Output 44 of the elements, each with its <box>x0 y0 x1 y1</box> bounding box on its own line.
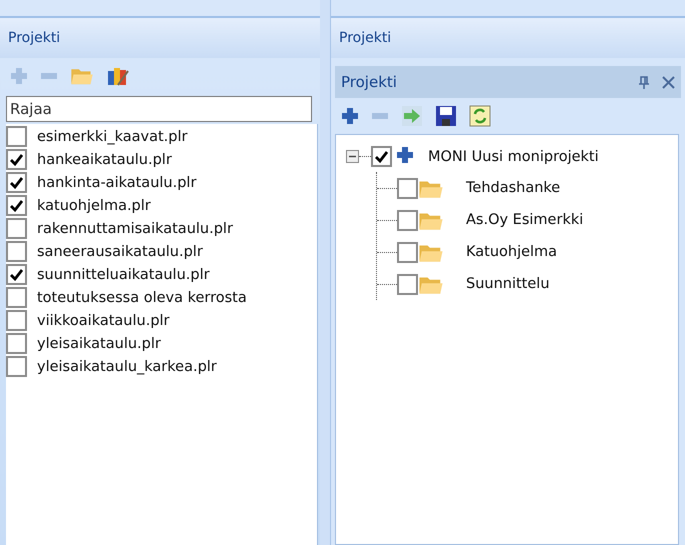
plus-icon[interactable] <box>341 107 359 125</box>
project-name[interactable]: Katuohjelma <box>466 244 558 260</box>
file-name[interactable]: suunnitteluaikataulu.plr <box>37 266 210 282</box>
books-icon[interactable] <box>106 65 130 87</box>
checkbox[interactable] <box>6 333 27 354</box>
checkbox[interactable] <box>6 195 27 216</box>
project-name[interactable]: MONI Uusi moniprojekti <box>428 148 599 164</box>
checkbox[interactable] <box>6 287 27 308</box>
save-icon[interactable] <box>435 105 457 127</box>
file-name[interactable]: esimerkki_kaavat.plr <box>37 128 188 144</box>
checkbox[interactable] <box>371 146 392 167</box>
checkbox[interactable] <box>397 210 418 230</box>
panel-title: Projekti <box>331 16 685 58</box>
refresh-icon[interactable] <box>469 105 491 127</box>
checkbox[interactable] <box>6 356 27 377</box>
file-name[interactable]: hankeaikataulu.plr <box>37 152 172 168</box>
pin-icon[interactable] <box>638 76 650 88</box>
file-name[interactable]: hankinta-aikataulu.plr <box>37 174 196 190</box>
file-name[interactable]: saneerausaikataulu.plr <box>37 244 203 260</box>
file-name[interactable]: rakennuttamisaikataulu.plr <box>37 220 233 236</box>
plus-icon[interactable] <box>396 146 414 164</box>
checkbox[interactable] <box>397 178 418 198</box>
panel-title: Projekti <box>341 73 397 91</box>
checkbox[interactable] <box>397 242 418 262</box>
checkbox[interactable] <box>6 172 27 193</box>
filter-field[interactable]: Rajaa <box>6 96 312 122</box>
file-name[interactable]: viikkoaikataulu.plr <box>37 312 170 328</box>
file-name[interactable]: yleisaikataulu_karkea.plr <box>37 358 217 374</box>
panel-title: Projekti <box>0 16 320 58</box>
checkbox[interactable] <box>397 274 418 294</box>
project-name[interactable]: Suunnittelu <box>466 276 550 292</box>
checkbox[interactable] <box>6 264 27 285</box>
project-name[interactable]: As.Oy Esimerkki <box>466 212 584 228</box>
collapse-icon[interactable] <box>346 150 359 163</box>
checkbox[interactable] <box>6 310 27 331</box>
file-name[interactable]: toteutuksessa oleva kerrosta <box>37 290 247 306</box>
checkbox[interactable] <box>6 241 27 262</box>
checkbox[interactable] <box>6 126 27 147</box>
file-name[interactable]: katuohjelma.plr <box>37 198 151 214</box>
close-icon[interactable] <box>662 76 675 88</box>
checkbox[interactable] <box>6 218 27 239</box>
checkbox[interactable] <box>6 149 27 170</box>
project-name[interactable]: Tehdashanke <box>466 180 560 196</box>
file-name[interactable]: yleisaikataulu.plr <box>37 336 161 352</box>
